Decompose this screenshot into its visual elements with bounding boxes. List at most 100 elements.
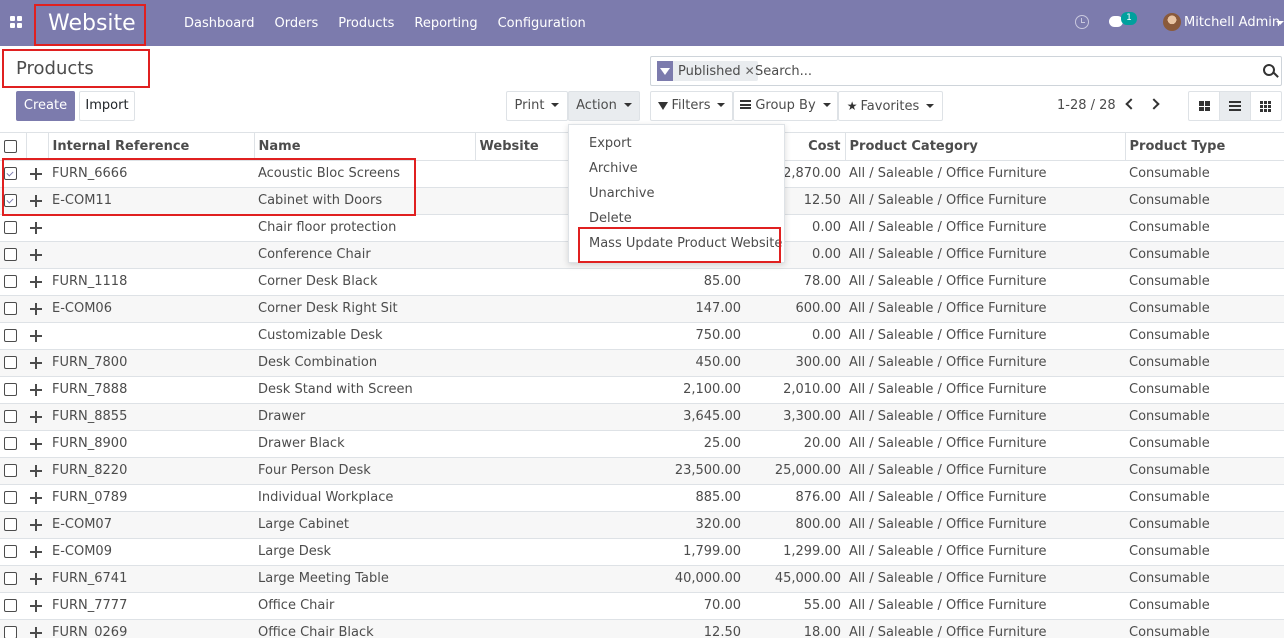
pager-next-icon[interactable] [1148,98,1160,110]
row-checkbox[interactable] [4,626,17,638]
kanban-view-button[interactable] [1189,92,1220,120]
table-row[interactable]: FURN_0269 Office Chair Black 12.50 18.00 All… [0,619,1284,638]
drag-handle-icon[interactable] [30,410,42,423]
drag-handle-cell[interactable] [26,619,48,638]
drag-handle-icon[interactable] [30,302,42,315]
column-header-product-category[interactable]: Product Category [845,133,1126,161]
drag-handle-icon[interactable] [30,626,42,638]
table-row[interactable]: FURN_8855 Drawer 3,645.00 3,300.00 All / Sal… [0,403,1284,431]
column-header-name[interactable]: Name [254,133,476,161]
row-checkbox-cell[interactable] [0,457,26,485]
row-checkbox-cell[interactable] [0,592,26,620]
search-facet-published[interactable]: Published ✕ [657,61,758,81]
table-row[interactable]: FURN_1118 Corner Desk Black 85.00 78.00 All … [0,268,1284,296]
row-checkbox-cell[interactable] [0,214,26,242]
table-row[interactable]: FURN_8900 Drawer Black 25.00 20.00 All / Sal… [0,430,1284,458]
drag-handle-cell[interactable] [26,511,48,539]
drag-handle-icon[interactable] [30,599,42,612]
table-row[interactable]: FURN_8220 Four Person Desk 23,500.00 25,000… [0,457,1284,485]
select-all-checkbox[interactable] [4,139,17,153]
print-dropdown-button[interactable]: Print [506,91,568,121]
row-checkbox[interactable] [4,464,17,477]
search-icon[interactable] [1263,64,1275,76]
app-title[interactable]: Website [34,4,146,46]
drag-handle-cell[interactable] [26,457,48,485]
drag-handle-cell[interactable] [26,484,48,512]
row-checkbox-cell[interactable] [0,403,26,431]
menu-item-dashboard[interactable]: Dashboard [184,16,255,31]
table-row[interactable]: E-COM09 Large Desk 1,799.00 1,299.00 All / S… [0,538,1284,566]
row-checkbox-cell[interactable] [0,484,26,512]
activity-clock-icon[interactable] [1075,15,1089,29]
drag-handle-cell[interactable] [26,349,48,377]
table-row[interactable]: Customizable Desk 750.00 0.00 All / Saleabl… [0,322,1284,350]
column-header-product-type[interactable]: Product Type [1125,133,1284,161]
row-checkbox-cell[interactable] [0,511,26,539]
drag-handle-cell[interactable] [26,214,48,242]
row-checkbox-cell[interactable] [0,322,26,350]
select-all-header[interactable] [0,133,27,161]
drag-handle-icon[interactable] [30,329,42,342]
drag-handle-icon[interactable] [30,356,42,369]
row-checkbox-cell[interactable] [0,295,26,323]
groupby-dropdown-button[interactable]: Group By [733,91,838,121]
row-checkbox-cell[interactable] [0,349,26,377]
row-checkbox[interactable] [4,545,17,558]
drag-handle-cell[interactable] [26,538,48,566]
row-checkbox[interactable] [4,383,17,396]
favorites-dropdown-button[interactable]: ★ Favorites [838,91,943,121]
filters-dropdown-button[interactable]: Filters [650,91,733,121]
user-avatar[interactable] [1163,13,1181,31]
action-unarchive[interactable]: Unarchive [589,186,654,201]
user-caret-down-icon[interactable] [1276,21,1284,25]
row-checkbox[interactable] [4,221,17,234]
drag-handle-cell[interactable] [26,187,48,215]
row-checkbox-cell[interactable] [0,241,26,269]
table-row[interactable]: E-COM06 Corner Desk Right Sit 147.00 600.00… [0,295,1284,323]
drag-handle-cell[interactable] [26,430,48,458]
pager-value[interactable]: 1-28 / 28 [1057,91,1116,121]
search-input[interactable] [755,61,1245,81]
table-row[interactable]: FURN_7800 Desk Combination 450.00 300.00 All… [0,349,1284,377]
user-menu[interactable]: Mitchell Admin [1184,0,1280,46]
row-checkbox-cell[interactable] [0,160,26,188]
row-checkbox-cell[interactable] [0,538,26,566]
drag-handle-icon[interactable] [30,167,42,180]
drag-handle-icon[interactable] [30,572,42,585]
row-checkbox-cell[interactable] [0,430,26,458]
row-checkbox[interactable] [4,437,17,450]
row-checkbox[interactable] [4,572,17,585]
drag-handle-cell[interactable] [26,160,48,188]
menu-item-reporting[interactable]: Reporting [414,16,477,31]
drag-handle-icon[interactable] [30,248,42,261]
action-archive[interactable]: Archive [589,161,638,176]
row-checkbox[interactable] [4,248,17,261]
row-checkbox[interactable] [4,194,17,207]
drag-handle-cell[interactable] [26,322,48,350]
row-checkbox-cell[interactable] [0,376,26,404]
row-checkbox[interactable] [4,275,17,288]
drag-handle-icon[interactable] [30,194,42,207]
action-dropdown-button[interactable]: Action [568,91,640,121]
table-row[interactable]: E-COM07 Large Cabinet 320.00 800.00 All / Sa… [0,511,1284,539]
row-checkbox[interactable] [4,410,17,423]
pager-previous-icon[interactable] [1125,98,1137,110]
row-checkbox[interactable] [4,518,17,531]
drag-handle-icon[interactable] [30,545,42,558]
drag-handle-icon[interactable] [30,383,42,396]
drag-handle-icon[interactable] [30,437,42,450]
menu-item-configuration[interactable]: Configuration [498,16,586,31]
row-checkbox-cell[interactable] [0,268,26,296]
create-button[interactable]: Create [16,91,75,121]
table-row[interactable]: FURN_0789 Individual Workplace 885.00 876.0… [0,484,1284,512]
menu-item-products[interactable]: Products [338,16,394,31]
row-checkbox-cell[interactable] [0,565,26,593]
row-checkbox[interactable] [4,599,17,612]
row-checkbox-cell[interactable] [0,619,26,638]
table-row[interactable]: FURN_7777 Office Chair 70.00 55.00 All / Sal… [0,592,1284,620]
list-view-button[interactable] [1220,92,1251,120]
action-delete[interactable]: Delete [589,211,632,226]
drag-handle-cell[interactable] [26,376,48,404]
menu-item-orders[interactable]: Orders [275,16,319,31]
import-button[interactable]: Import [79,91,135,121]
